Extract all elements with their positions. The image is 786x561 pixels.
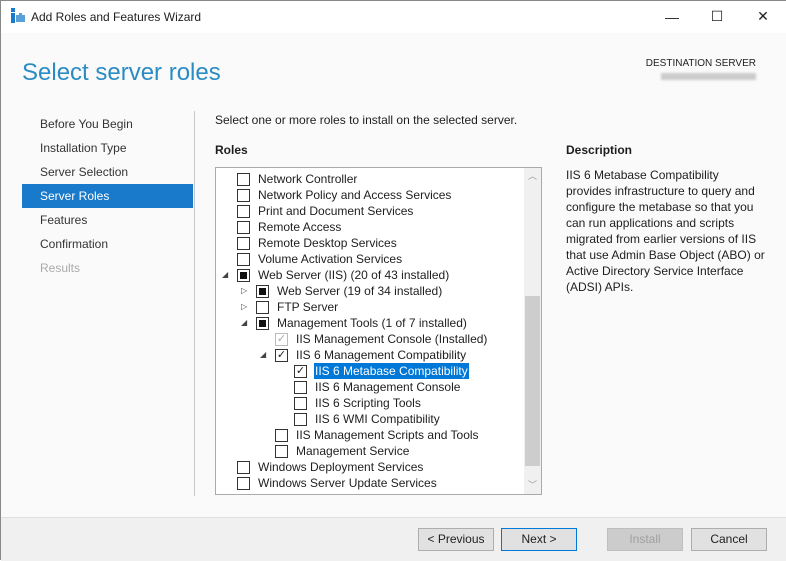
role-label: IIS 6 Scripting Tools [315,396,421,410]
role-label: Print and Document Services [258,204,414,218]
checkbox[interactable] [237,269,250,282]
role-item[interactable]: ◢ Management Tools (1 of 7 installed) [216,315,525,331]
nav-item-confirmation[interactable]: Confirmation [22,232,193,256]
role-label: Management Service [296,444,410,458]
role-item[interactable]: ◢ ✓ IIS 6 Management Compatibility [216,347,525,363]
role-label: Web Server (IIS) (20 of 43 installed) [258,268,450,282]
checkbox[interactable] [256,317,269,330]
nav-item-server-selection[interactable]: Server Selection [22,160,193,184]
checkbox[interactable] [237,253,250,266]
roles-tree[interactable]: Network Controller Network Policy and Acc… [215,167,542,495]
scroll-down-icon[interactable]: ﹀ [524,477,541,494]
role-item[interactable]: ▷ FTP Server [216,299,525,315]
close-button[interactable]: ✕ [740,1,786,32]
role-item[interactable]: ▷ Web Server (19 of 34 installed) [216,283,525,299]
role-label: Network Controller [258,172,358,186]
role-label: Network Policy and Access Services [258,188,452,202]
expand-arrow-icon[interactable]: ▷ [241,299,249,315]
role-label: IIS 6 Metabase Compatibility [314,363,469,379]
scrollbar-thumb[interactable] [525,296,540,466]
divider [194,111,195,496]
minimize-button[interactable]: — [649,1,695,32]
checkbox[interactable]: ✓ [275,349,288,362]
next-button[interactable]: Next > [501,528,577,551]
role-item[interactable]: Volume Activation Services [216,251,525,267]
expand-arrow-icon[interactable]: ▷ [241,283,249,299]
role-item[interactable]: Network Controller [216,171,525,187]
role-label: IIS 6 Management Console [315,380,461,394]
checkbox[interactable]: ✓ [294,365,307,378]
role-label: Windows Server Update Services [258,476,437,490]
role-label: IIS Management Console (Installed) [296,332,488,346]
checkbox[interactable] [237,461,250,474]
role-item[interactable]: Windows Deployment Services [216,459,525,475]
nav-item-features[interactable]: Features [22,208,193,232]
install-button[interactable]: Install [607,528,683,551]
description-text: IIS 6 Metabase Compatibility provides in… [566,168,765,294]
role-label: Remote Desktop Services [258,236,397,250]
role-item[interactable]: IIS 6 Management Console [216,379,525,395]
checkbox[interactable] [294,397,307,410]
instructions-text: Select one or more roles to install on t… [215,113,518,127]
previous-button[interactable]: < Previous [418,528,494,551]
checkbox[interactable] [275,445,288,458]
role-item[interactable]: Windows Server Update Services [216,475,525,491]
checkbox: ✓ [275,333,288,346]
nav-item-installation-type[interactable]: Installation Type [22,136,193,160]
role-label: Volume Activation Services [258,252,403,266]
checkbox[interactable] [237,477,250,490]
role-item[interactable]: Management Service [216,443,525,459]
collapse-arrow-icon[interactable]: ◢ [222,267,230,283]
maximize-button[interactable]: ☐ [694,1,740,32]
cancel-button[interactable]: Cancel [691,528,767,551]
role-item[interactable]: Print and Document Services [216,203,525,219]
checkbox[interactable] [237,237,250,250]
title-bar: Add Roles and Features Wizard — ☐ ✕ [1,1,786,33]
role-label: Remote Access [258,220,342,234]
roles-heading: Roles [215,143,248,157]
checkbox[interactable] [294,381,307,394]
role-label: Web Server (19 of 34 installed) [277,284,443,298]
scroll-up-icon[interactable]: ︿ [524,168,541,185]
role-label: IIS 6 Management Compatibility [296,348,467,362]
role-label: FTP Server [277,300,339,314]
checkbox[interactable] [256,301,269,314]
checkbox[interactable] [256,285,269,298]
role-label: IIS Management Scripts and Tools [296,428,479,442]
role-label: IIS 6 WMI Compatibility [315,412,440,426]
role-item[interactable]: ◢ Web Server (IIS) (20 of 43 installed) [216,267,525,283]
server-manager-icon [11,8,25,23]
collapse-arrow-icon[interactable]: ◢ [260,347,268,363]
role-item[interactable]: Remote Access [216,219,525,235]
page-title: Select server roles [22,59,221,86]
checkbox[interactable] [237,173,250,186]
role-item[interactable]: ✓ IIS Management Console (Installed) [216,331,525,347]
role-item[interactable]: Network Policy and Access Services [216,187,525,203]
checkbox[interactable] [237,205,250,218]
button-bar: < Previous Next > Install Cancel [1,517,786,561]
destination-server-name-redacted [661,73,756,80]
nav-item-server-roles[interactable]: Server Roles [22,184,193,208]
destination-server-label: DESTINATION SERVER [645,58,756,69]
checkbox[interactable] [237,189,250,202]
checkbox[interactable] [237,221,250,234]
description-heading: Description [566,143,633,157]
role-item[interactable]: IIS 6 Scripting Tools [216,395,525,411]
checkbox[interactable] [294,413,307,426]
checkbox[interactable] [275,429,288,442]
role-item[interactable]: Remote Desktop Services [216,235,525,251]
role-item[interactable]: IIS Management Scripts and Tools [216,427,525,443]
role-label: Management Tools (1 of 7 installed) [277,316,467,330]
role-label: Windows Deployment Services [258,460,424,474]
window-title: Add Roles and Features Wizard [31,10,202,24]
nav-item-results: Results [40,261,81,275]
role-item[interactable]: ✓ IIS 6 Metabase Compatibility [216,363,525,379]
wizard-body: Select server roles DESTINATION SERVER B… [1,33,786,517]
collapse-arrow-icon[interactable]: ◢ [241,315,249,331]
scrollbar[interactable]: ︿ ﹀ [524,168,541,494]
nav-item-before-you-begin[interactable]: Before You Begin [22,112,193,136]
role-item[interactable]: IIS 6 WMI Compatibility [216,411,525,427]
